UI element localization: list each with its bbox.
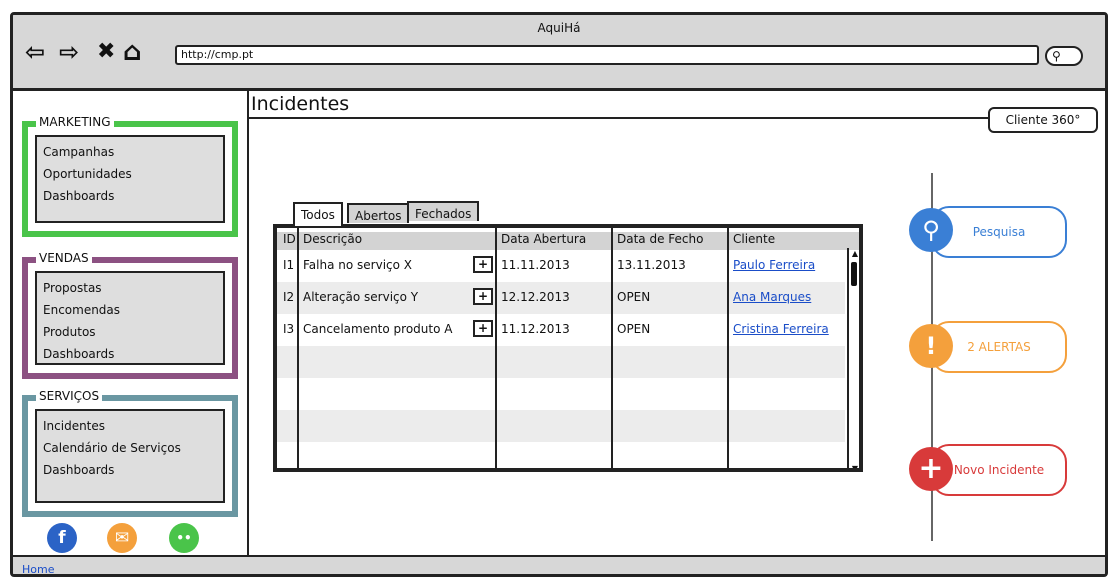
cliente-link[interactable]: Ana Marques — [733, 290, 811, 304]
scroll-up-icon[interactable]: ▲ — [850, 249, 859, 258]
sidebar-item-incidentes[interactable]: Incidentes — [43, 415, 217, 437]
cell-abertura: 11.12.2013 — [501, 322, 570, 336]
column-divider — [727, 228, 729, 468]
x-icon[interactable]: ✖ — [97, 39, 115, 65]
window-title: AquiHá — [537, 21, 581, 35]
table-scrollbar[interactable]: ▲ ▼ — [847, 248, 859, 468]
table-row[interactable]: I3 Cancelamento produto A + 11.12.2013 O… — [277, 314, 845, 346]
marketing-title: MARKETING — [36, 115, 114, 129]
incidents-table: ID Descrição Data Abertura Data de Fecho… — [273, 224, 863, 472]
arrow-left-icon[interactable]: ⇦ — [25, 39, 45, 65]
vendas-group: VENDAS Propostas Encomendas Produtos Das… — [22, 251, 238, 379]
table-row — [277, 346, 845, 378]
status-bar: Home — [13, 555, 1105, 574]
column-header-descricao: Descrição — [303, 232, 363, 246]
search-icon[interactable]: ⚲ — [909, 208, 953, 252]
scroll-thumb[interactable] — [851, 262, 857, 286]
vendas-title: VENDAS — [36, 251, 92, 265]
sidebar-item-dashboards[interactable]: Dashboards — [43, 459, 217, 481]
plus-icon[interactable]: + — [909, 447, 953, 491]
email-icon[interactable]: ✉ — [107, 523, 137, 553]
facebook-icon[interactable]: f — [47, 523, 77, 553]
cliente-360-button[interactable]: Cliente 360° — [988, 107, 1098, 133]
pesquisa-label: Pesquisa — [972, 225, 1026, 239]
column-header-cliente: Cliente — [733, 232, 776, 246]
column-divider — [611, 228, 613, 468]
chat-icon[interactable]: •• — [169, 523, 199, 553]
home-icon[interactable]: ⌂ — [123, 39, 142, 65]
page-title: Incidentes — [251, 93, 350, 115]
column-header-abertura: Data Abertura — [501, 232, 587, 246]
sidebar-item-dashboards[interactable]: Dashboards — [43, 185, 217, 207]
cell-fecho: OPEN — [617, 322, 651, 336]
scroll-down-icon[interactable]: ▼ — [850, 464, 859, 468]
servicos-group: SERVIÇOS Incidentes Calendário de Serviç… — [22, 389, 238, 517]
cliente-link[interactable]: Paulo Ferreira — [733, 258, 815, 272]
home-link[interactable]: Home — [22, 563, 54, 574]
cell-id: I3 — [283, 322, 295, 336]
alert-icon[interactable]: ! — [909, 324, 953, 368]
cell-descricao: Cancelamento produto A — [303, 322, 453, 336]
cell-id: I2 — [283, 290, 295, 304]
sidebar-item-campanhas[interactable]: Campanhas — [43, 141, 217, 163]
column-divider — [297, 228, 299, 468]
url-input[interactable]: http://cmp.pt — [175, 45, 1039, 65]
table-row[interactable]: I1 Falha no serviço X + 11.11.2013 13.11… — [277, 250, 845, 282]
cell-fecho: OPEN — [617, 290, 651, 304]
tab-todos[interactable]: Todos — [293, 202, 343, 226]
table-row — [277, 378, 845, 410]
sidebar-item-calendario[interactable]: Calendário de Serviços — [43, 437, 217, 459]
sidebar-item-oportunidades[interactable]: Oportunidades — [43, 163, 217, 185]
alertas-label: 2 ALERTAS — [967, 340, 1031, 354]
titlebar: AquiHá ⇦ ⇨ ✖ ⌂ http://cmp.pt ⚲ — [13, 15, 1105, 91]
marketing-group: MARKETING Campanhas Oportunidades Dashbo… — [22, 115, 238, 237]
cell-descricao: Alteração serviço Y — [303, 290, 419, 304]
expand-button[interactable]: + — [473, 320, 493, 337]
title-divider — [249, 117, 989, 119]
sidebar-item-dashboards[interactable]: Dashboards — [43, 343, 217, 365]
tab-fechados[interactable]: Fechados — [407, 201, 480, 221]
sidebar-item-produtos[interactable]: Produtos — [43, 321, 217, 343]
search-icon[interactable]: ⚲ — [1045, 46, 1083, 66]
column-header-id: ID — [283, 232, 296, 246]
cell-abertura: 11.11.2013 — [501, 258, 570, 272]
table-row — [277, 410, 845, 442]
table-row[interactable]: I2 Alteração serviço Y + 12.12.2013 OPEN… — [277, 282, 845, 314]
sidebar-item-encomendas[interactable]: Encomendas — [43, 299, 217, 321]
tab-abertos[interactable]: Abertos — [347, 203, 410, 223]
arrow-right-icon[interactable]: ⇨ — [59, 39, 79, 65]
expand-button[interactable]: + — [473, 256, 493, 273]
sidebar-item-propostas[interactable]: Propostas — [43, 277, 217, 299]
novo-incidente-label: Novo Incidente — [953, 463, 1045, 477]
cliente-link[interactable]: Cristina Ferreira — [733, 322, 829, 336]
cell-abertura: 12.12.2013 — [501, 290, 570, 304]
table-row — [277, 442, 845, 468]
cell-id: I1 — [283, 258, 295, 272]
expand-button[interactable]: + — [473, 288, 493, 305]
servicos-title: SERVIÇOS — [36, 389, 103, 403]
column-header-fecho: Data de Fecho — [617, 232, 704, 246]
browser-window: AquiHá ⇦ ⇨ ✖ ⌂ http://cmp.pt ⚲ MARKETING… — [10, 12, 1108, 577]
cell-fecho: 13.11.2013 — [617, 258, 686, 272]
cell-descricao: Falha no serviço X — [303, 258, 413, 272]
column-divider — [495, 228, 497, 468]
sidebar: MARKETING Campanhas Oportunidades Dashbo… — [13, 91, 249, 555]
